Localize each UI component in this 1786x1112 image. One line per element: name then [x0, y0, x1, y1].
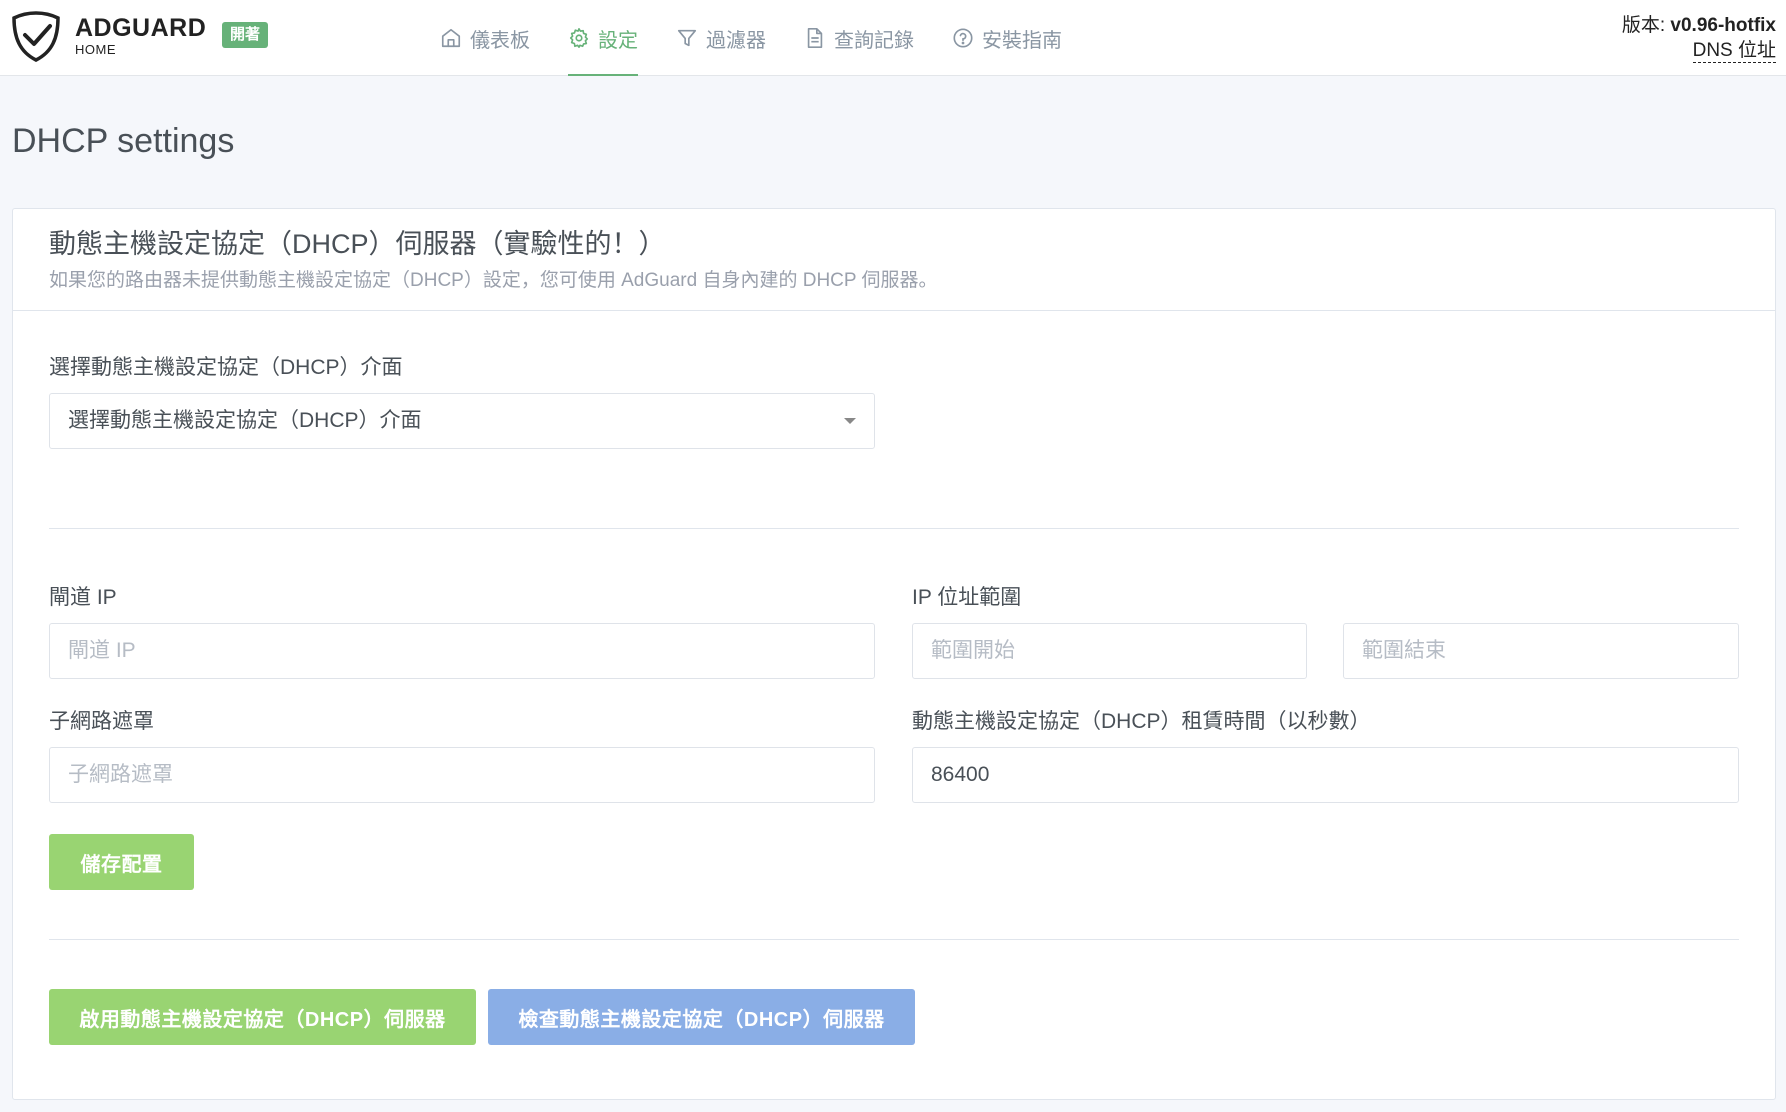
range-start-input[interactable] [912, 623, 1307, 679]
document-icon [807, 28, 823, 48]
subnet-mask-label: 子網路遮罩 [49, 710, 154, 733]
card-title: 動態主機設定協定（DHCP）伺服器（實驗性的！） [49, 229, 666, 259]
interface-label: 選擇動態主機設定協定（DHCP）介面 [49, 356, 403, 379]
dhcp-card: 動態主機設定協定（DHCP）伺服器（實驗性的！） 如果您的路由器未提供動態主機設… [12, 208, 1776, 1100]
home-icon [441, 28, 461, 48]
nav-item-setup-guide[interactable]: 安裝指南 [952, 0, 1062, 76]
enable-dhcp-button[interactable]: 啟用動態主機設定協定（DHCP）伺服器 [49, 989, 476, 1045]
nav-label-dashboard: 儀表板 [470, 29, 530, 52]
check-dhcp-button[interactable]: 檢查動態主機設定協定（DHCP）伺服器 [488, 989, 915, 1045]
lease-duration-input[interactable] [912, 747, 1739, 803]
nav-label-query-log: 查詢記錄 [834, 29, 914, 52]
nav-label-settings: 設定 [598, 29, 638, 52]
caret-down-icon [844, 418, 856, 424]
filter-icon [677, 29, 697, 47]
version-value: v0.96-hotfix [1670, 15, 1776, 36]
nav-item-filters[interactable]: 過濾器 [676, 0, 766, 76]
nav-label-filters: 過濾器 [706, 29, 766, 52]
version-info: 版本: v0.96-hotfix [1622, 10, 1776, 37]
adguard-shield-logo-icon[interactable] [10, 10, 62, 62]
nav-label-setup-guide: 安裝指南 [982, 29, 1062, 52]
top-header: ADGUARD HOME 開著 儀表板 設定 過濾器 查詢記錄 安裝指南 版本:… [0, 0, 1786, 76]
card-header: 動態主機設定協定（DHCP）伺服器（實驗性的！） 如果您的路由器未提供動態主機設… [13, 209, 1775, 311]
nav-item-dashboard[interactable]: 儀表板 [440, 0, 530, 76]
dns-addresses-link[interactable]: DNS 位址 [1692, 40, 1776, 63]
brand-name: ADGUARD [75, 14, 207, 42]
lease-duration-label: 動態主機設定協定（DHCP）租賃時間（以秒數） [912, 710, 1371, 733]
protection-status-badge: 開著 [222, 22, 269, 48]
brand-sub: HOME [75, 42, 116, 57]
interface-select[interactable]: 選擇動態主機設定協定（DHCP）介面 [49, 393, 875, 449]
interface-selected-value: 選擇動態主機設定協定（DHCP）介面 [68, 409, 422, 432]
gear-icon [569, 28, 589, 48]
help-circle-icon [953, 28, 973, 48]
gateway-ip-input[interactable] [49, 623, 875, 679]
gateway-label: 閘道 IP [49, 586, 117, 609]
divider [49, 528, 1739, 529]
ip-range-label: IP 位址範圍 [912, 586, 1022, 609]
card-subtitle: 如果您的路由器未提供動態主機設定協定（DHCP）設定，您可使用 AdGuard … [49, 270, 938, 291]
nav-item-query-log[interactable]: 查詢記錄 [804, 0, 914, 76]
main-nav: 儀表板 設定 過濾器 查詢記錄 安裝指南 [440, 0, 1100, 76]
page-title: DHCP settings [12, 122, 235, 160]
subnet-mask-input[interactable] [49, 747, 875, 803]
save-config-button[interactable]: 儲存配置 [49, 834, 194, 890]
range-end-input[interactable] [1343, 623, 1739, 679]
nav-item-settings[interactable]: 設定 [568, 0, 638, 76]
divider [49, 939, 1739, 940]
brand[interactable]: ADGUARD HOME [75, 14, 206, 58]
version-label: 版本: [1621, 15, 1671, 36]
